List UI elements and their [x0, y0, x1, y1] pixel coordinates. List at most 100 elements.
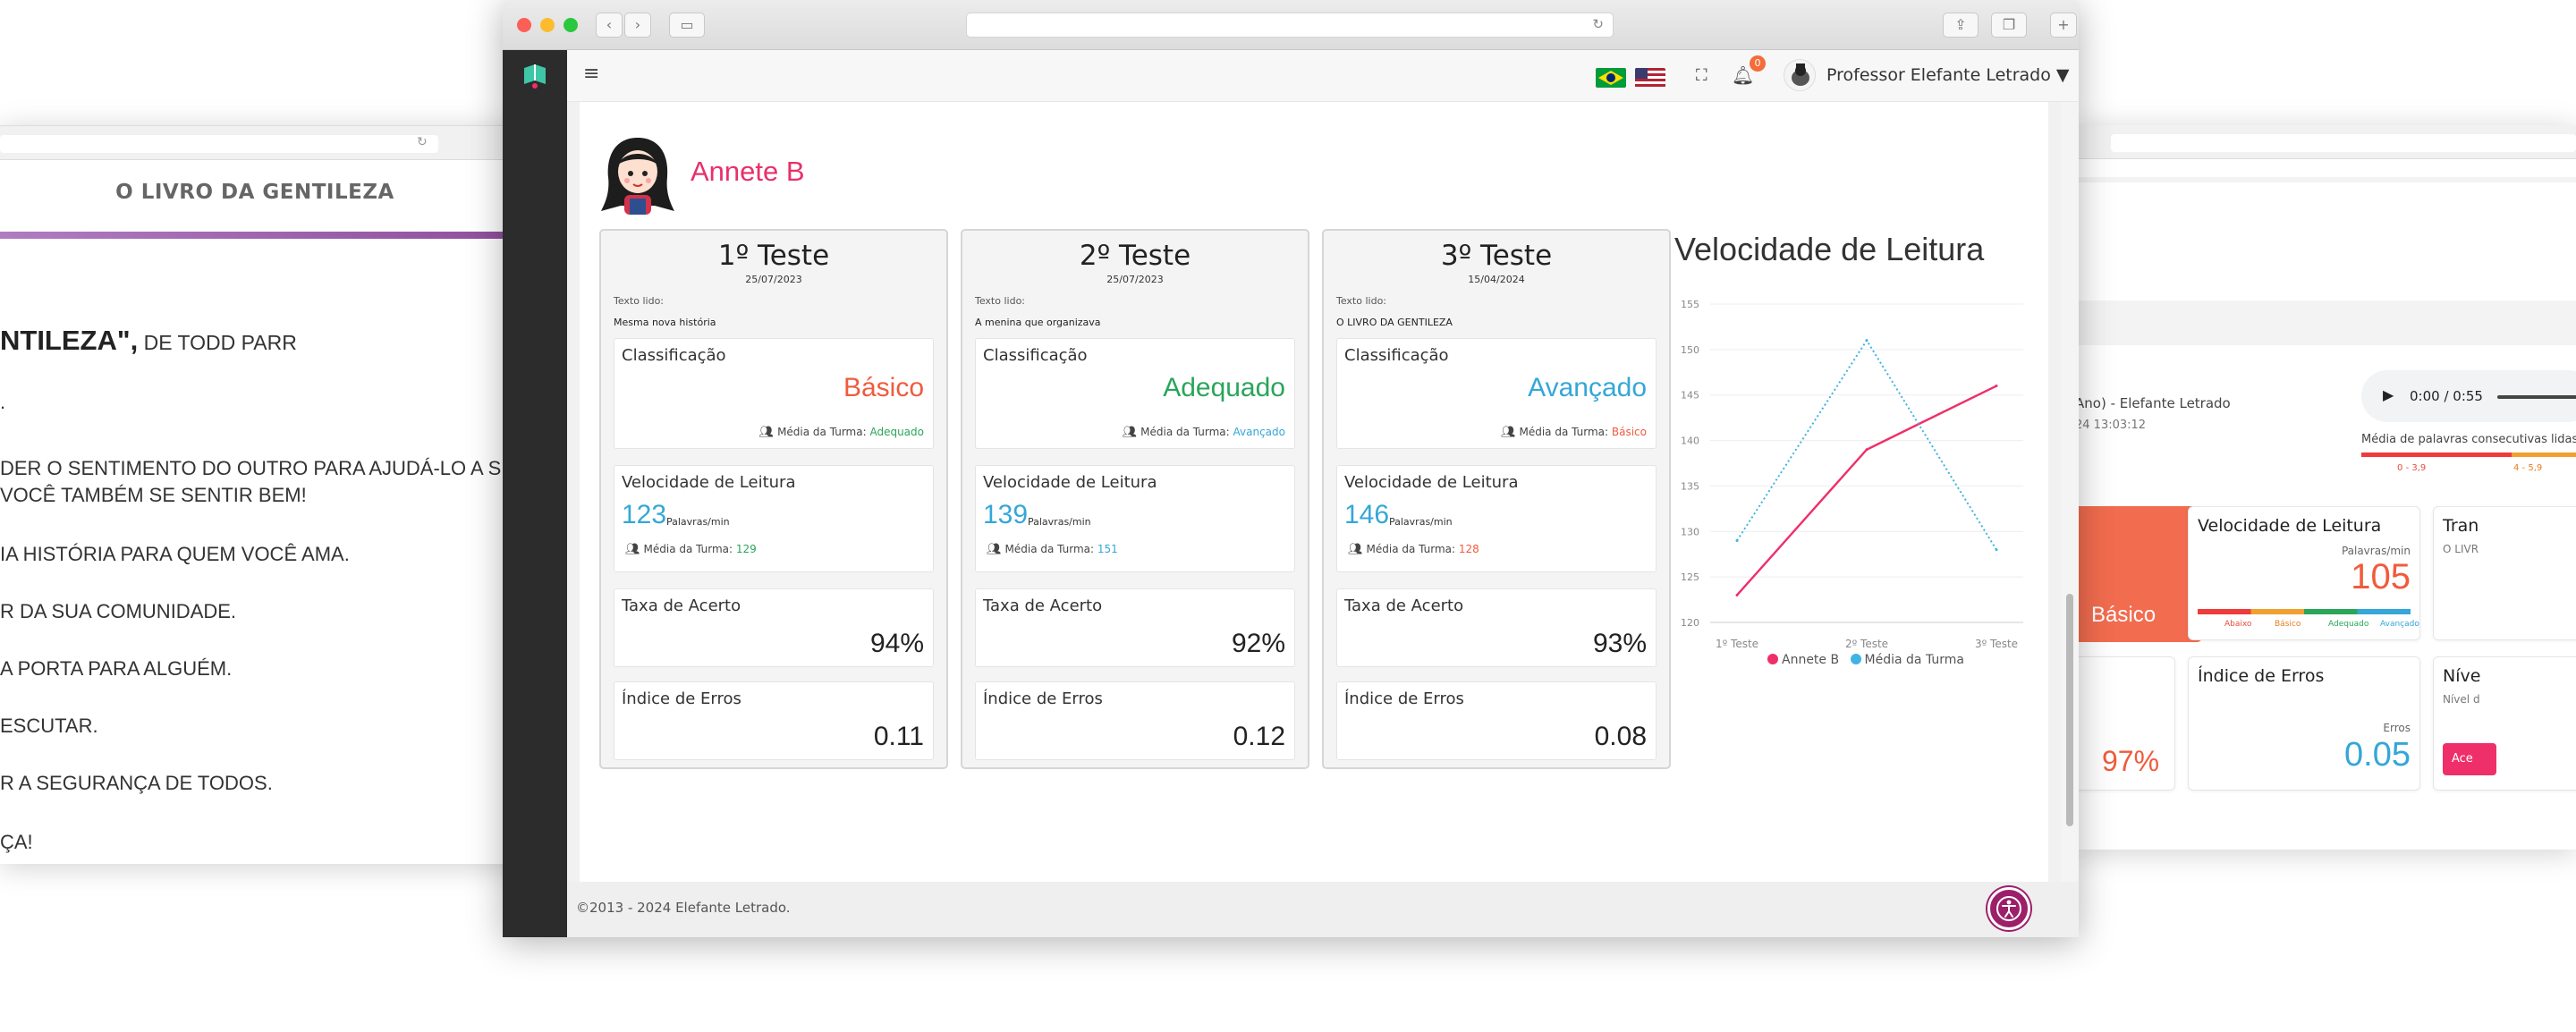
accuracy-value: 92%: [1231, 629, 1285, 658]
tabs-icon[interactable]: ❐: [1991, 13, 2027, 38]
class-average: 👥︎ Média da Turma: Avançado: [1122, 426, 1285, 439]
x-tick-label: 3º Teste: [1975, 638, 2018, 649]
errors-label: Índice de Erros: [1344, 689, 1464, 708]
copyright-text: ©2013 - 2024 Elefante Letrado.: [576, 900, 791, 916]
accessibility-button[interactable]: [1987, 887, 2030, 930]
book-line: ÇA!: [0, 831, 33, 853]
student-name: Annete B: [691, 156, 805, 187]
speed-unit: Palavras/min: [666, 516, 730, 528]
accuracy-box: Taxa de Acerto 92%: [975, 588, 1295, 667]
classification-value: Avançado: [1528, 373, 1647, 402]
scale-label: Adequado: [2328, 620, 2369, 629]
classification-label: Classificação: [622, 346, 726, 365]
level-text: Nível d: [2443, 693, 2480, 706]
series-line: [1736, 338, 1997, 551]
transcription-text: O LIVR: [2443, 543, 2479, 555]
sidebar-toggle-icon[interactable]: ▭: [669, 13, 705, 38]
app-logo-icon[interactable]: [519, 59, 551, 91]
consecutive-scale: [2361, 453, 2576, 457]
maximize-window-button[interactable]: [564, 18, 578, 32]
book-line: ESCUTAR.: [0, 715, 98, 737]
address-bar[interactable]: ↻: [966, 13, 1614, 38]
footer: ©2013 - 2024 Elefante Letrado.: [567, 882, 2079, 937]
user-menu[interactable]: Professor Elefante Letrado ▼: [1826, 65, 2070, 85]
legend-item[interactable]: Média da Turma: [1843, 653, 1964, 667]
errors-value: 0.05: [2344, 736, 2411, 774]
avatar[interactable]: [1784, 59, 1816, 91]
background-window-report: Ano) - Elefante Letrado 24 13:03:12 ▶ 0:…: [2075, 125, 2576, 850]
book-line: IA HISTÓRIA PARA QUEM VOCÊ AMA.: [0, 543, 350, 565]
book-line: VOCÊ TAMBÉM SE SENTIR BEM!: [0, 484, 307, 506]
reload-icon[interactable]: ↻: [417, 135, 428, 149]
brazil-flag-icon[interactable]: [1596, 68, 1626, 88]
accuracy-value: 97%: [2102, 745, 2160, 777]
audio-time: 0:00 / 0:55: [2410, 388, 2483, 404]
classification-value: Básico: [2091, 603, 2157, 627]
people-icon: 👥︎: [1348, 543, 1363, 556]
book-line: A PORTA PARA ALGUÉM.: [0, 657, 233, 680]
errors-unit: Erros: [2383, 722, 2411, 734]
text-read-value: Mesma nova história: [614, 317, 716, 328]
menu-icon[interactable]: ≡: [583, 63, 599, 85]
legend-item[interactable]: Annete B: [1760, 653, 1839, 667]
speed-box: Velocidade de Leitura 123 Palavras/min 👥…: [614, 465, 934, 572]
class-average: 👥︎ Média da Turma: 129: [625, 543, 757, 556]
speed-scale: [2198, 609, 2411, 614]
minimize-window-button[interactable]: [540, 18, 555, 32]
y-tick-label: 155: [1681, 299, 1699, 310]
back-button[interactable]: ‹: [596, 13, 623, 38]
errors-box: Índice de Erros 0.11: [614, 681, 934, 760]
speed-unit: Palavras/min: [1389, 516, 1453, 528]
x-tick-label: 2º Teste: [1845, 638, 1888, 649]
text-read-label: Texto lido:: [975, 295, 1026, 307]
class-average: 👥︎ Média da Turma: Básico: [1500, 426, 1647, 439]
title-divider: [0, 232, 572, 239]
scrollbar-thumb[interactable]: [2066, 594, 2073, 826]
accuracy-box: Taxa de Acerto 94%: [614, 588, 934, 667]
class-average: 👥︎ Média da Turma: 128: [1348, 543, 1479, 556]
address-bar[interactable]: [2111, 134, 2576, 152]
fullscreen-icon[interactable]: ⛶: [1696, 66, 1707, 85]
close-window-button[interactable]: [517, 18, 531, 32]
errors-card: Índice de Erros Erros 0.05: [2188, 656, 2420, 791]
data-point: [1995, 548, 1998, 552]
errors-value: 0.08: [1594, 722, 1647, 751]
reload-icon[interactable]: ↻: [1592, 16, 1604, 32]
speed-value: 139: [983, 500, 1029, 529]
level-card: Níve Nível d Ace: [2433, 656, 2576, 791]
text-read-value: A menina que organizava: [975, 317, 1101, 328]
share-icon[interactable]: ⇪: [1943, 13, 1979, 38]
y-tick-label: 145: [1681, 390, 1699, 402]
classification-label: Classificação: [1344, 346, 1449, 365]
access-button[interactable]: Ace: [2443, 743, 2496, 775]
consecutive-words-label: Média de palavras consecutivas lidas c: [2361, 433, 2576, 446]
address-bar[interactable]: [0, 135, 438, 153]
usa-flag-icon[interactable]: [1635, 68, 1665, 88]
classification-box: Classificação Adequado 👥︎ Média da Turma:…: [975, 338, 1295, 449]
speed-value: 123: [622, 500, 667, 529]
audio-player[interactable]: ▶ 0:00 / 0:55: [2361, 370, 2576, 422]
people-icon: 👥︎: [758, 426, 775, 439]
speed-label: Velocidade de Leitura: [1344, 473, 1519, 492]
speed-value: 105: [2351, 557, 2411, 596]
test-date: 25/07/2023: [745, 274, 802, 285]
speed-label: Velocidade de Leitura: [622, 473, 796, 492]
y-tick-label: 135: [1681, 480, 1699, 492]
classification-label: Classificação: [983, 346, 1088, 365]
audio-progress[interactable]: [2497, 395, 2576, 399]
play-icon[interactable]: ▶: [2383, 386, 2394, 403]
errors-value: 0.11: [873, 722, 924, 751]
test-date: 25/07/2023: [1106, 274, 1164, 285]
series-line: [1736, 385, 1997, 596]
forward-button[interactable]: ›: [624, 13, 651, 38]
errors-box: Índice de Erros 0.12: [975, 681, 1295, 760]
book-line: R DA SUA COMUNIDADE.: [0, 600, 237, 622]
data-point: [1865, 448, 1868, 452]
people-icon: 👥︎: [1500, 426, 1516, 439]
data-point: [1735, 538, 1739, 542]
people-icon: 👥︎: [625, 543, 640, 556]
accuracy-label: Taxa de Acerto: [983, 596, 1103, 615]
book-title: O LIVRO DA GENTILEZA: [115, 181, 394, 204]
new-tab-button[interactable]: +: [2050, 13, 2077, 38]
people-icon: 👥︎: [987, 543, 1002, 556]
